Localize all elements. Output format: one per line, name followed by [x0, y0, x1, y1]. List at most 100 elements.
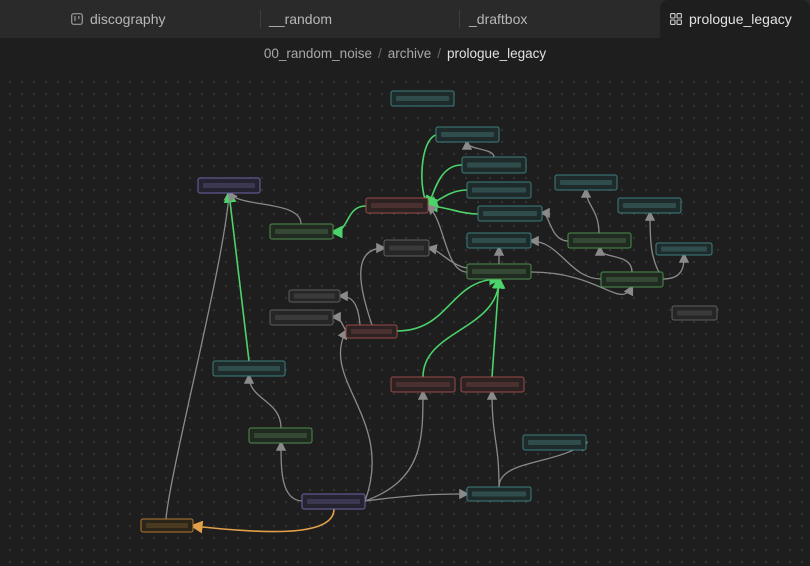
graph-node-placeholder	[389, 245, 424, 251]
breadcrumb: 00_random_noise / archive / prologue_legacy	[0, 46, 810, 61]
graph-node-placeholder	[472, 269, 526, 274]
graph-edge[interactable]	[337, 290, 361, 326]
graph-node[interactable]	[567, 232, 632, 249]
graph-node[interactable]	[383, 239, 430, 257]
graph-edge[interactable]	[364, 488, 470, 502]
graph-node[interactable]	[460, 376, 525, 393]
graph-edge[interactable]	[337, 328, 373, 502]
graph-node-placeholder	[467, 162, 521, 168]
graph-edge[interactable]	[329, 205, 367, 239]
breadcrumb-root[interactable]: 00_random_noise	[264, 46, 372, 61]
graph-node-placeholder	[396, 96, 449, 101]
graph-node[interactable]	[617, 197, 682, 214]
graph-node-placeholder	[472, 238, 526, 243]
graph-node-placeholder	[275, 315, 328, 320]
graph-node[interactable]	[466, 263, 532, 280]
graph-node-placeholder	[441, 132, 494, 137]
breadcrumb-separator: /	[437, 46, 442, 61]
graph-node-placeholder	[294, 293, 335, 299]
graph-node[interactable]	[461, 156, 527, 174]
graph-edge[interactable]	[227, 190, 302, 225]
tab-label: _draftbox	[469, 11, 528, 27]
graph-node[interactable]	[197, 177, 261, 194]
tab-draftbox[interactable]: _draftbox	[460, 0, 658, 38]
graph-node-placeholder	[661, 246, 707, 252]
graph-edge[interactable]	[360, 242, 387, 326]
graph-node[interactable]	[466, 486, 532, 502]
graph-edge[interactable]	[425, 204, 468, 273]
graph-node[interactable]	[600, 271, 664, 288]
graph-edge[interactable]	[223, 189, 250, 362]
graph-node[interactable]	[365, 197, 429, 214]
graph-node[interactable]	[269, 309, 334, 326]
graph-svg[interactable]	[0, 72, 810, 566]
tab-label: discography	[90, 11, 166, 27]
graph-node-placeholder	[483, 211, 537, 216]
graph-node-placeholder	[396, 382, 450, 387]
graph-node-placeholder	[528, 440, 581, 445]
graph-node[interactable]	[477, 205, 543, 222]
graph-node-placeholder	[560, 180, 612, 185]
graph-edge[interactable]	[189, 508, 335, 534]
graph-node[interactable]	[435, 126, 500, 143]
graph-node-placeholder	[307, 499, 360, 504]
graph-node[interactable]	[671, 305, 718, 321]
graph-edge[interactable]	[396, 272, 503, 332]
graph-edge[interactable]	[580, 187, 600, 234]
breadcrumb-current[interactable]: prologue_legacy	[447, 46, 546, 61]
graph-node-placeholder	[254, 433, 307, 438]
graph-edge[interactable]	[364, 389, 429, 502]
tab-label: prologue_legacy	[689, 11, 792, 27]
graph-edge[interactable]	[424, 199, 479, 215]
tab-discography[interactable]: discography	[62, 0, 260, 38]
tab-label: __random	[269, 11, 333, 27]
graph-node-placeholder	[371, 203, 423, 208]
tab-random[interactable]: __random	[261, 0, 459, 38]
graph-node-placeholder	[275, 229, 328, 234]
graph-node[interactable]	[522, 434, 587, 451]
graph-edge[interactable]	[662, 252, 690, 280]
graph-edge[interactable]	[486, 389, 500, 488]
graph-node-placeholder	[466, 382, 519, 387]
graph-edge[interactable]	[275, 440, 303, 502]
graph-node[interactable]	[140, 518, 194, 533]
graph-node[interactable]	[269, 223, 334, 240]
graph-node-placeholder	[146, 523, 188, 528]
breadcrumb-folder[interactable]: archive	[388, 46, 432, 61]
graph-node-placeholder	[472, 187, 526, 193]
graph-edge[interactable]	[461, 139, 495, 158]
tab-bar: discography __random _draftbox prologue_…	[0, 0, 810, 38]
graph-node-placeholder	[351, 329, 392, 334]
graph-edge[interactable]	[594, 245, 633, 273]
graph-node-placeholder	[573, 238, 626, 243]
graph-edge[interactable]	[243, 373, 282, 429]
graph-edge[interactable]	[491, 275, 505, 378]
graph-node[interactable]	[390, 376, 456, 393]
graph-edge[interactable]	[165, 190, 234, 520]
graph-edge[interactable]	[417, 134, 437, 209]
graph-node[interactable]	[655, 242, 713, 256]
graph-edge[interactable]	[425, 164, 463, 209]
graph-node-placeholder	[623, 203, 676, 208]
kanban-board-icon	[71, 13, 83, 25]
graph-node[interactable]	[345, 324, 398, 339]
graph-node[interactable]	[301, 493, 366, 510]
graph-node-placeholder	[203, 183, 255, 188]
graph-node[interactable]	[466, 232, 532, 249]
graph-node-placeholder	[606, 277, 658, 282]
graph-node[interactable]	[466, 181, 532, 199]
graph-node-placeholder	[472, 491, 526, 497]
breadcrumb-separator: /	[377, 46, 382, 61]
graph-node[interactable]	[288, 289, 341, 303]
graph-node-placeholder	[677, 310, 712, 316]
graph-node[interactable]	[212, 360, 286, 377]
graph-edge[interactable]	[539, 207, 569, 242]
graph-node-placeholder	[218, 366, 280, 371]
canvas-grid-icon	[670, 13, 682, 25]
tab-prologue-legacy[interactable]: prologue_legacy	[660, 0, 810, 38]
graph-node[interactable]	[554, 174, 618, 191]
graph-canvas[interactable]	[0, 72, 810, 566]
graph-edge[interactable]	[330, 311, 347, 332]
graph-node[interactable]	[390, 90, 455, 107]
graph-node[interactable]	[248, 427, 313, 444]
